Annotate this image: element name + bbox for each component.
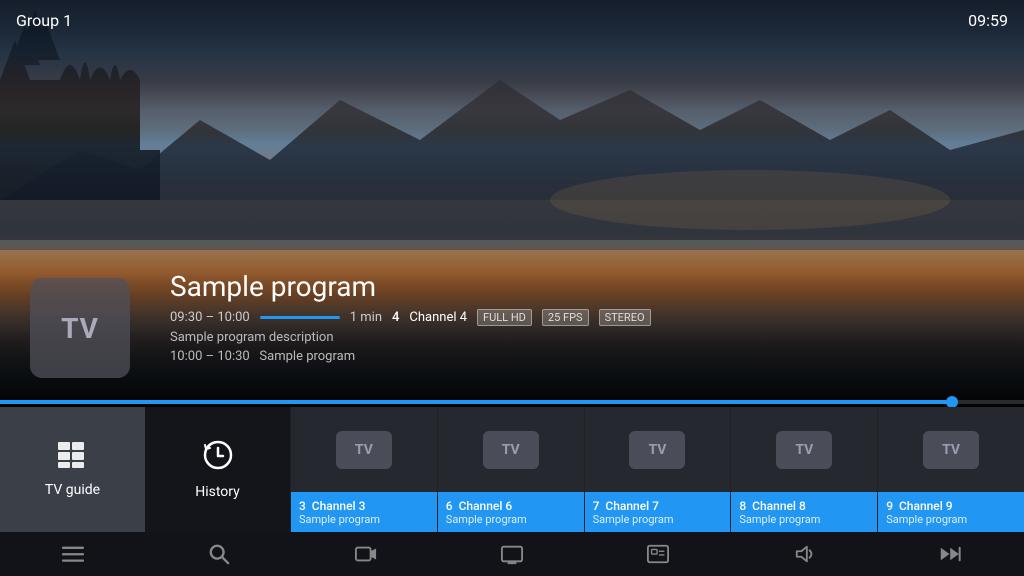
- channel-card-top-6: TV: [438, 407, 584, 492]
- channel-card-bottom-6: 6 Channel 6 Sample program: [438, 492, 584, 532]
- channel-card-bottom-7: 7 Channel 7 Sample program: [585, 492, 731, 532]
- program-description: Sample program description: [170, 330, 651, 345]
- channel-card-9[interactable]: TV 9 Channel 9 Sample program: [877, 407, 1024, 532]
- channel-card-3[interactable]: TV 3 Channel 3 Sample program: [290, 407, 437, 532]
- channel-card-8[interactable]: TV 8 Channel 8 Sample program: [730, 407, 877, 532]
- channel-card-top-8: TV: [731, 407, 877, 492]
- channel-card-top-9: TV: [878, 407, 1024, 492]
- channel-card-name-8: 8 Channel 8: [739, 499, 869, 513]
- tv-logo: TV: [61, 312, 99, 345]
- tv-guide-button[interactable]: TV guide: [0, 407, 145, 532]
- channel-logo-small-6: TV: [483, 431, 539, 469]
- channel-logo-box: TV: [30, 278, 130, 378]
- program-time-row: 09:30 – 10:00 1 min 4 Channel 4 FULL HD …: [170, 309, 651, 326]
- channel-card-top-7: TV: [585, 407, 731, 492]
- channel-card-bottom-8: 8 Channel 8 Sample program: [731, 492, 877, 532]
- channel-logo-small-8: TV: [776, 431, 832, 469]
- channel-number: 4: [392, 310, 399, 325]
- next-time: 10:00 – 10:30: [170, 349, 250, 364]
- program-info: Sample program 09:30 – 10:00 1 min 4 Cha…: [170, 270, 651, 364]
- window-nav-icon[interactable]: [631, 535, 685, 573]
- tv-guide-icon: [57, 441, 89, 476]
- channel-card-name-9: 9 Channel 9: [886, 499, 1016, 513]
- badge-stereo: STEREO: [599, 309, 651, 326]
- history-icon: [202, 439, 234, 478]
- next-program: 10:00 – 10:30 Sample program: [170, 349, 651, 364]
- volume-nav-icon[interactable]: [778, 535, 832, 573]
- top-bar: Group 1 09:59: [0, 0, 1024, 40]
- channel-cards: TV 3 Channel 3 Sample program TV 6 Chann…: [290, 407, 1024, 532]
- badge-fps: 25 FPS: [542, 309, 589, 326]
- channel-card-name-6: 6 Channel 6: [446, 499, 576, 513]
- group-label: Group 1: [16, 11, 72, 30]
- channel-card-program-7: Sample program: [593, 513, 723, 526]
- channel-card-name-3: 3 Channel 3: [299, 499, 429, 513]
- channel-logo-small-9: TV: [923, 431, 979, 469]
- channel-card-bottom-3: 3 Channel 3 Sample program: [291, 492, 437, 532]
- channel-card-bottom-9: 9 Channel 9 Sample program: [878, 492, 1024, 532]
- badge-fullhd: FULL HD: [477, 309, 532, 326]
- clock: 09:59: [968, 11, 1008, 30]
- program-title: Sample program: [170, 270, 651, 303]
- menu-nav-icon[interactable]: [46, 535, 100, 573]
- main-progress-bar: [0, 400, 1024, 404]
- channel-name: Channel 4: [409, 310, 467, 325]
- tv-nav-icon[interactable]: [485, 535, 539, 573]
- progress-fill: [0, 400, 952, 404]
- bottom-panel: TV guide History TV 3 Channel 3 Sample p…: [0, 407, 1024, 532]
- channel-card-program-8: Sample program: [739, 513, 869, 526]
- channel-card-program-9: Sample program: [886, 513, 1016, 526]
- search-nav-icon[interactable]: [192, 535, 246, 573]
- channel-card-7[interactable]: TV 7 Channel 7 Sample program: [584, 407, 731, 532]
- channel-logo-small-7: TV: [629, 431, 685, 469]
- channel-logo-small-3: TV: [336, 431, 392, 469]
- channel-card-name-7: 7 Channel 7: [593, 499, 723, 513]
- history-button[interactable]: History: [145, 407, 290, 532]
- video-nav-icon[interactable]: [339, 535, 393, 573]
- bottom-nav: [0, 532, 1024, 576]
- time-range: 09:30 – 10:00: [170, 310, 250, 325]
- channel-card-program-3: Sample program: [299, 513, 429, 526]
- inline-progress: [260, 316, 340, 319]
- channel-card-6[interactable]: TV 6 Channel 6 Sample program: [437, 407, 584, 532]
- forward-nav-icon[interactable]: [924, 535, 978, 573]
- channel-card-top-3: TV: [291, 407, 437, 492]
- next-title: Sample program: [259, 349, 355, 364]
- tv-guide-label: TV guide: [45, 482, 100, 498]
- channel-card-program-6: Sample program: [446, 513, 576, 526]
- history-label: History: [195, 484, 240, 500]
- duration: 1 min: [350, 310, 382, 325]
